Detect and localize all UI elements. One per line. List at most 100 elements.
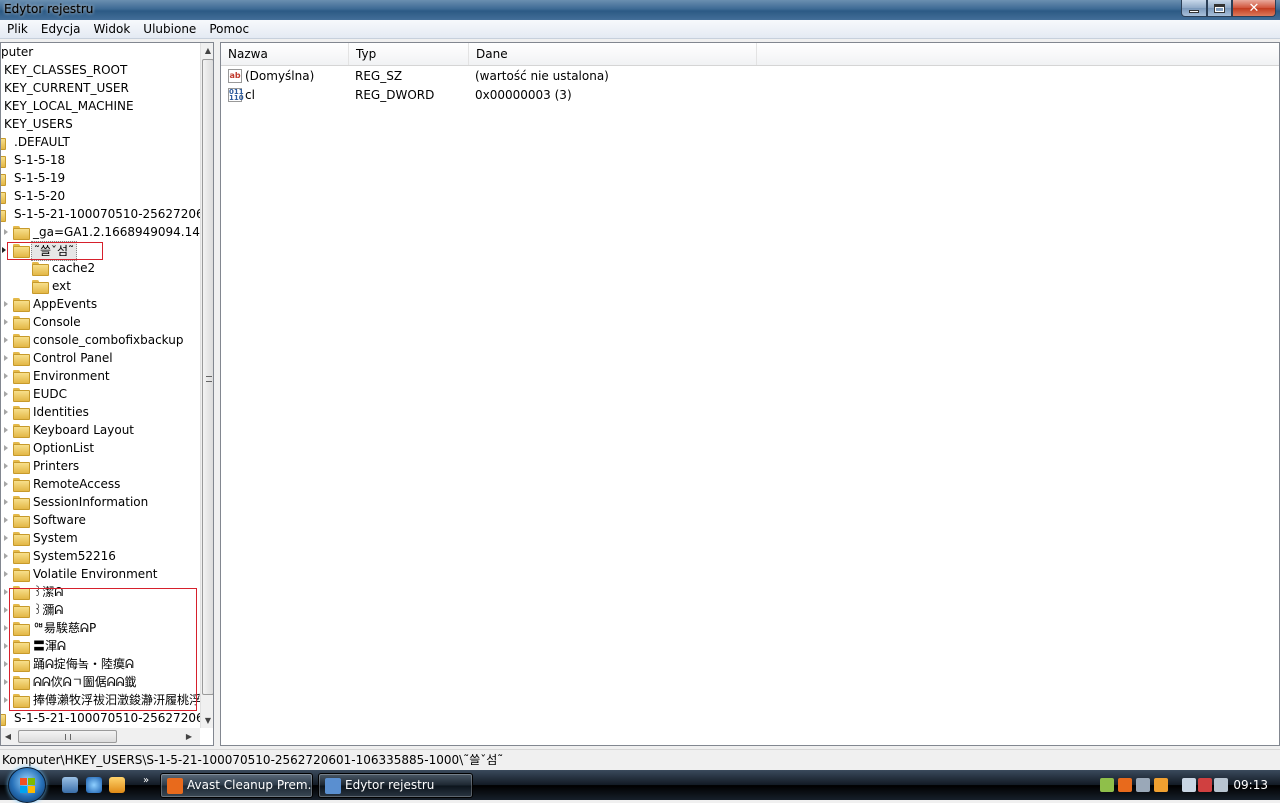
column-header-type[interactable]: Typ xyxy=(349,43,469,65)
maximize-button[interactable] xyxy=(1207,0,1232,17)
folder-icon xyxy=(1,190,6,204)
menu-edycja[interactable]: Edycja xyxy=(34,20,87,39)
folder-icon xyxy=(1,172,6,186)
menu-ulubione[interactable]: Ulubione xyxy=(136,20,202,39)
folder-icon xyxy=(32,262,49,276)
folder-icon xyxy=(1,154,6,168)
expand-arrow-icon[interactable] xyxy=(4,679,8,685)
quicklaunch-more-icon[interactable]: » xyxy=(143,775,149,786)
folder-icon xyxy=(13,478,30,492)
tray-volume-icon[interactable] xyxy=(1214,778,1228,792)
scroll-down-icon[interactable]: ▼ xyxy=(201,713,213,728)
title-bar[interactable]: Edytor rejestru ✕ xyxy=(0,0,1280,20)
windows-logo-icon xyxy=(20,778,36,794)
expand-arrow-icon[interactable] xyxy=(4,463,8,469)
menu-plik[interactable]: Plik xyxy=(0,20,34,39)
folder-icon xyxy=(1,712,6,726)
menu-pomoc[interactable]: Pomoc xyxy=(202,20,255,39)
folder-icon xyxy=(1,208,6,222)
taskbar-item-regedit[interactable]: Edytor rejestru xyxy=(318,773,473,798)
scroll-thumb[interactable] xyxy=(202,59,213,695)
collapse-arrow-icon[interactable] xyxy=(2,247,6,253)
tray-security-icon[interactable] xyxy=(1100,778,1114,792)
close-icon: ✕ xyxy=(1248,0,1260,16)
column-header-data[interactable]: Dane xyxy=(469,43,757,65)
expand-arrow-icon[interactable] xyxy=(4,391,8,397)
expand-arrow-icon[interactable] xyxy=(4,571,8,577)
expand-arrow-icon[interactable] xyxy=(4,589,8,595)
scroll-thumb[interactable] xyxy=(18,730,117,743)
menu-widok[interactable]: Widok xyxy=(86,20,136,39)
folder-icon xyxy=(13,496,30,510)
taskbar-item-avast[interactable]: Avast Cleanup Prem... xyxy=(160,773,313,798)
expand-arrow-icon[interactable] xyxy=(4,661,8,667)
scroll-up-icon[interactable]: ▲ xyxy=(201,43,213,58)
taskbar: » Avast Cleanup Prem... Edytor rejestru … xyxy=(0,767,1280,803)
expand-arrow-icon[interactable] xyxy=(4,535,8,541)
media-player-icon[interactable] xyxy=(109,777,125,793)
scroll-right-icon[interactable]: ▶ xyxy=(182,728,196,745)
values-list[interactable]: Nazwa Typ Dane ab (Domyślna) REG_SZ (war… xyxy=(220,42,1280,746)
folder-icon xyxy=(13,298,30,312)
expand-arrow-icon[interactable] xyxy=(4,427,8,433)
tray-warning-icon[interactable] xyxy=(1198,778,1212,792)
list-item[interactable]: ab (Domyślna) REG_SZ (wartość nie ustalo… xyxy=(221,67,1279,86)
expand-arrow-icon[interactable] xyxy=(4,373,8,379)
folder-icon xyxy=(13,442,30,456)
list-header: Nazwa Typ Dane xyxy=(221,43,1279,66)
tree-vertical-scrollbar[interactable]: ▲ ▼ xyxy=(200,43,213,728)
menu-bar: Plik Edycja Widok Ulubione Pomoc xyxy=(0,20,1280,39)
registry-tree[interactable]: puter KEY_CLASSES_ROOT KEY_CURRENT_USER … xyxy=(0,42,214,746)
expand-arrow-icon[interactable] xyxy=(4,229,8,235)
folder-icon xyxy=(1,136,6,150)
column-header-name[interactable]: Nazwa xyxy=(221,43,349,65)
folder-icon xyxy=(13,532,30,546)
system-tray: 09:13 xyxy=(1090,770,1280,800)
regedit-icon xyxy=(325,778,341,794)
expand-arrow-icon[interactable] xyxy=(4,355,8,361)
expand-arrow-icon[interactable] xyxy=(4,553,8,559)
folder-icon xyxy=(13,316,30,330)
expand-arrow-icon[interactable] xyxy=(4,643,8,649)
folder-icon xyxy=(13,550,30,564)
expand-arrow-icon[interactable] xyxy=(4,319,8,325)
binary-value-icon: 011 110 xyxy=(228,88,244,102)
expand-arrow-icon[interactable] xyxy=(4,409,8,415)
show-desktop-icon[interactable] xyxy=(62,777,78,793)
expand-arrow-icon[interactable] xyxy=(4,445,8,451)
restore-icon xyxy=(1214,3,1225,13)
expand-arrow-icon[interactable] xyxy=(4,697,8,703)
list-item[interactable]: 011 110 cl REG_DWORD 0x00000003 (3) xyxy=(221,86,1279,105)
folder-icon xyxy=(13,424,30,438)
expand-arrow-icon[interactable] xyxy=(4,517,8,523)
folder-icon xyxy=(13,568,30,582)
start-button[interactable] xyxy=(8,767,46,803)
expand-arrow-icon[interactable] xyxy=(4,301,8,307)
expand-arrow-icon[interactable] xyxy=(4,625,8,631)
annotation-box xyxy=(9,588,197,711)
expand-arrow-icon[interactable] xyxy=(4,481,8,487)
tray-network-icon[interactable] xyxy=(1136,778,1150,792)
tray-device-icon[interactable] xyxy=(1182,778,1196,792)
folder-icon xyxy=(32,280,49,294)
window-title: Edytor rejestru xyxy=(4,2,94,16)
expand-arrow-icon[interactable] xyxy=(4,337,8,343)
tree-horizontal-scrollbar[interactable]: ◀ ▶ xyxy=(1,728,200,745)
status-path: Komputer\HKEY_USERS\S-1-5-21-100070510-2… xyxy=(2,753,504,767)
folder-icon xyxy=(13,388,30,402)
clock[interactable]: 09:13 xyxy=(1233,770,1268,800)
folder-icon xyxy=(13,406,30,420)
scroll-left-icon[interactable]: ◀ xyxy=(1,728,15,745)
annotation-box xyxy=(7,242,103,260)
minimize-icon xyxy=(1189,9,1199,13)
minimize-button[interactable] xyxy=(1181,0,1207,17)
internet-explorer-icon[interactable] xyxy=(86,777,102,793)
status-bar: Komputer\HKEY_USERS\S-1-5-21-100070510-2… xyxy=(0,749,1280,770)
avast-icon xyxy=(167,778,183,794)
tray-avast-icon[interactable] xyxy=(1118,778,1132,792)
expand-arrow-icon[interactable] xyxy=(4,499,8,505)
tray-app-icon[interactable] xyxy=(1154,778,1168,792)
expand-arrow-icon[interactable] xyxy=(4,607,8,613)
close-button[interactable]: ✕ xyxy=(1232,0,1276,17)
folder-icon xyxy=(13,514,30,528)
